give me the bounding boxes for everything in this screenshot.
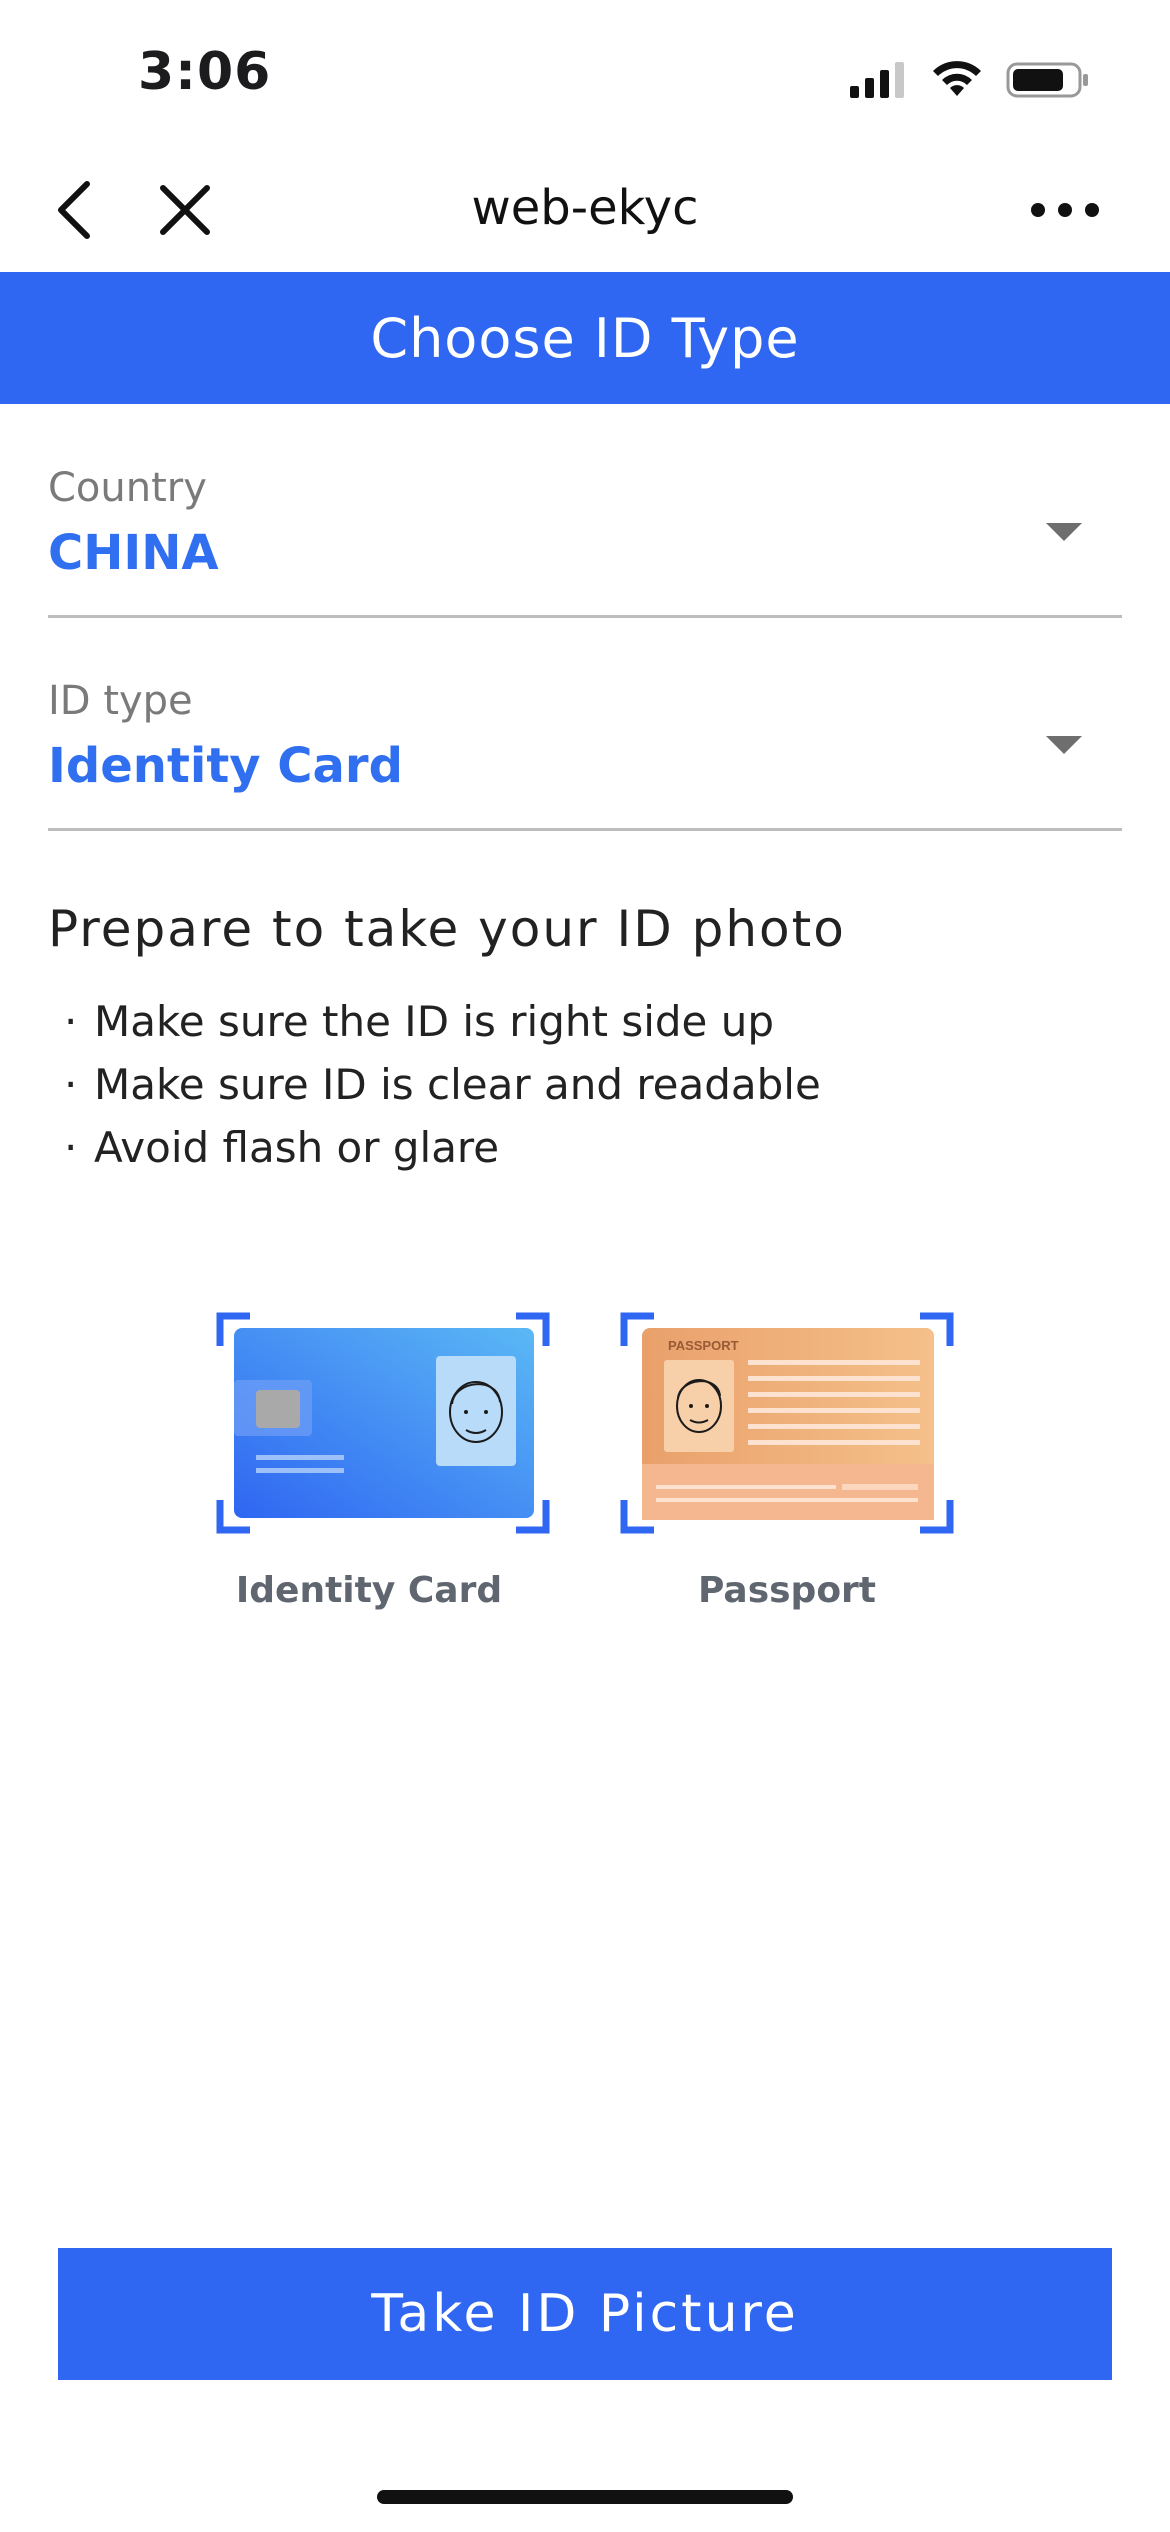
home-indicator xyxy=(377,2490,793,2504)
cellular-signal-icon xyxy=(850,62,904,98)
nav-title: web-ekyc xyxy=(471,180,699,236)
instructions-title: Prepare to take your ID photo xyxy=(48,900,846,958)
caret-down-icon xyxy=(1046,736,1082,754)
list-item: · Make sure the ID is right side up xyxy=(64,997,774,1046)
wifi-icon xyxy=(933,61,981,96)
more-options-button[interactable] xyxy=(1020,175,1110,245)
page-title: Choose ID Type xyxy=(370,306,800,370)
passport-heading: PASSPORT xyxy=(668,1338,739,1353)
list-item: · Avoid flash or glare xyxy=(64,1123,500,1172)
id-type-value: Identity Card xyxy=(48,738,403,794)
identity-card-caption: Identity Card xyxy=(235,1570,503,1611)
country-value: CHINA xyxy=(48,525,219,581)
identity-card-illustration xyxy=(216,1312,550,1534)
status-icons xyxy=(848,55,1090,105)
id-type-select[interactable]: ID type Identity Card xyxy=(48,668,1122,831)
tips-list: · Make sure the ID is right side up · Make… xyxy=(64,990,821,1179)
caret-down-icon xyxy=(1046,523,1082,541)
country-select[interactable]: Country CHINA xyxy=(48,455,1122,618)
header-banner: Choose ID Type xyxy=(0,272,1170,404)
status-time: 3:06 xyxy=(138,42,272,102)
status-bar: 3:06 xyxy=(0,0,1170,150)
battery-icon xyxy=(1006,62,1088,98)
id-type-label: ID type xyxy=(48,678,193,724)
passport-caption: Passport xyxy=(697,1570,877,1611)
take-id-picture-button[interactable]: Take ID Picture xyxy=(58,2248,1112,2380)
country-label: Country xyxy=(48,465,207,511)
list-item: · Make sure ID is clear and readable xyxy=(64,1060,821,1109)
navigation-bar: web-ekyc xyxy=(0,150,1170,272)
passport-illustration: PASSPORT xyxy=(620,1312,954,1534)
more-horizontal-icon xyxy=(1031,203,1099,217)
